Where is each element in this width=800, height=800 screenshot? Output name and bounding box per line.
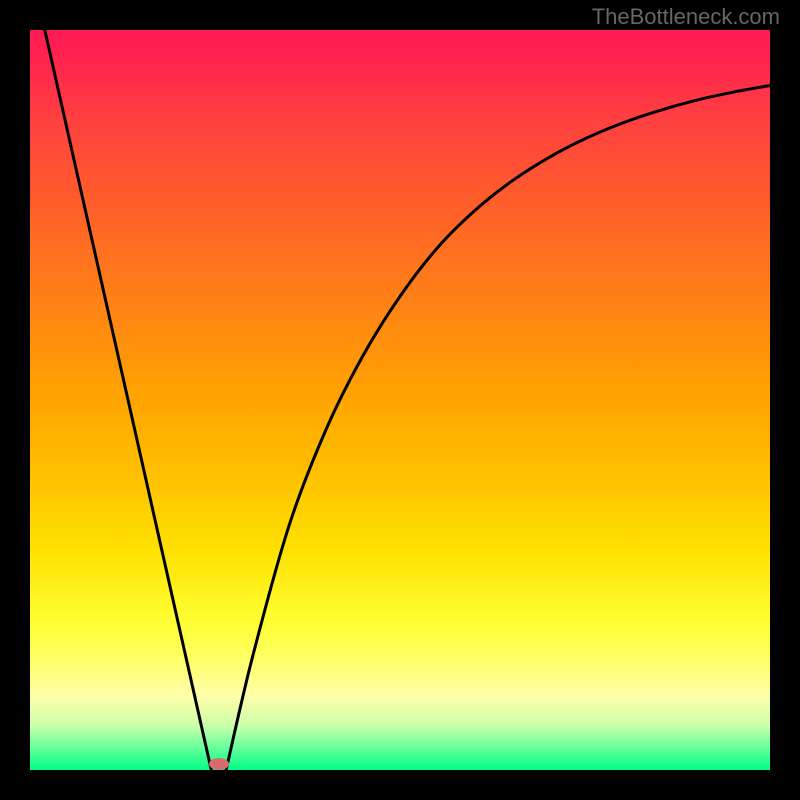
watermark-text: TheBottleneck.com <box>592 4 780 30</box>
chart-curve-svg <box>30 30 770 770</box>
curve-left-branch <box>45 30 212 770</box>
curve-right-branch <box>226 86 770 771</box>
chart-plot-area <box>30 30 770 770</box>
chart-marker <box>209 758 229 770</box>
